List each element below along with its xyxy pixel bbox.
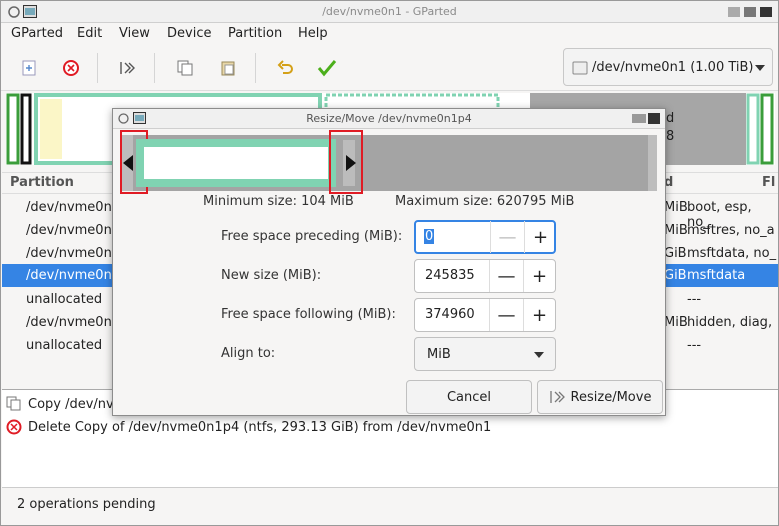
copy-button[interactable] <box>171 54 199 82</box>
decrement-button[interactable]: — <box>489 260 523 292</box>
new-partition-button[interactable] <box>15 54 43 82</box>
maximum-size-label: Maximum size: 620795 MiB <box>395 194 575 209</box>
decrement-button[interactable]: — <box>489 299 523 331</box>
row-size-tail: MiB <box>664 223 688 238</box>
row-flags: hidden, diag, <box>687 315 773 330</box>
cancel-button[interactable]: Cancel <box>406 380 532 414</box>
decrement-button[interactable]: — <box>490 221 524 253</box>
maximize-button[interactable] <box>744 7 756 17</box>
paste-button[interactable] <box>214 54 242 82</box>
row-partition: unallocated <box>26 338 103 353</box>
partition-block-inner <box>144 147 328 179</box>
row-flags: msftdata, no_ <box>687 246 777 261</box>
free-space-following-label: Free space following (MiB): <box>221 307 396 322</box>
row-flags: --- <box>687 292 702 307</box>
window-title: /dev/nvme0n1 - GParted <box>322 5 457 18</box>
menu-partition[interactable]: Partition <box>228 26 282 41</box>
checkmark-icon <box>317 60 337 77</box>
delete-icon <box>6 419 22 435</box>
free-space-preceding-label: Free space preceding (MiB): <box>221 229 403 244</box>
dialog-title: Resize/Move /dev/nvme0n1p4 <box>306 112 472 125</box>
row-partition: /dev/nvme0n <box>26 315 112 330</box>
partition-block[interactable] <box>136 139 336 187</box>
toolbar-separator <box>255 53 256 83</box>
delete-icon <box>63 60 79 76</box>
row-flags: --- <box>687 338 702 353</box>
row-size-tail: GiB <box>664 246 687 261</box>
new-size-input[interactable]: 245835 <box>425 268 475 283</box>
new-size-spinner[interactable]: 245835 — + <box>414 259 556 293</box>
resize-move-button[interactable] <box>113 54 141 82</box>
diskmap-label-a: d <box>666 111 675 126</box>
diskmap-label-b: 8 <box>666 129 675 144</box>
resize-move-confirm-button[interactable]: Resize/Move <box>537 380 663 414</box>
chevron-down-icon <box>755 65 765 71</box>
minimize-button[interactable] <box>728 7 740 17</box>
device-label: /dev/nvme0n1 (1.00 TiB) <box>592 60 754 75</box>
minimum-size-label: Minimum size: 104 MiB <box>203 194 354 209</box>
row-partition: /dev/nvme0n <box>26 268 112 283</box>
row-flags: msftdata <box>687 268 746 283</box>
row-size-tail: MiB <box>664 315 688 330</box>
close-button[interactable] <box>760 7 772 17</box>
align-to-value: MiB <box>427 346 451 362</box>
toolbar-separator <box>97 53 98 83</box>
copy-icon <box>177 60 193 76</box>
paste-icon <box>221 61 235 76</box>
row-partition: unallocated <box>26 292 103 307</box>
new-size-label: New size (MiB): <box>221 268 322 283</box>
row-flags: msftres, no_a <box>687 223 775 238</box>
left-arrow-handle-icon[interactable] <box>123 155 133 171</box>
row-partition: /dev/nvme0n <box>26 200 112 215</box>
align-to-dropdown[interactable]: MiB <box>414 337 556 371</box>
copy-icon <box>6 396 21 411</box>
resize-icon <box>120 62 135 74</box>
column-flags[interactable]: Fl <box>762 175 775 190</box>
title-bar: /dev/nvme0n1 - GParted <box>1 1 778 23</box>
menu-edit[interactable]: Edit <box>77 26 102 41</box>
dialog-title-bar: Resize/Move /dev/nvme0n1p4 <box>113 109 665 129</box>
dialog-close-button[interactable] <box>648 113 660 124</box>
dialog-maximize-button[interactable] <box>632 114 646 123</box>
undo-button[interactable] <box>271 54 299 82</box>
free-space-following-spinner[interactable]: 374960 — + <box>414 298 556 332</box>
resize-bar[interactable] <box>120 130 657 194</box>
status-text: 2 operations pending <box>17 497 156 512</box>
apply-button[interactable] <box>313 54 341 82</box>
right-arrow-handle-icon[interactable] <box>346 155 356 171</box>
delete-partition-button[interactable] <box>57 54 85 82</box>
device-selector[interactable]: /dev/nvme0n1 (1.00 TiB) <box>563 48 773 86</box>
list-item[interactable]: Delete Copy of /dev/nvme0n1p4 (ntfs, 293… <box>4 417 774 439</box>
bar-end <box>648 135 657 191</box>
increment-button[interactable]: + <box>523 299 555 331</box>
resize-icon <box>549 391 565 403</box>
row-partition: /dev/nvme0n <box>26 223 112 238</box>
increment-button[interactable]: + <box>523 260 555 292</box>
free-space-preceding-input[interactable]: 0 <box>424 229 435 244</box>
menu-bar: GParted Edit View Device Partition Help <box>1 23 778 45</box>
free-space-preceding-spinner[interactable]: 0 — + <box>414 220 556 254</box>
row-partition: /dev/nvme0n <box>26 246 112 261</box>
menu-device[interactable]: Device <box>167 26 211 41</box>
undo-icon <box>277 60 293 74</box>
chevron-down-icon <box>534 352 544 358</box>
row-size-tail: GiB <box>664 268 687 283</box>
free-space-following-input[interactable]: 374960 <box>425 307 475 322</box>
operation-text: Copy /dev/nv <box>28 397 114 412</box>
column-partition[interactable]: Partition <box>10 175 74 190</box>
status-bar: 2 operations pending <box>2 487 778 525</box>
increment-button[interactable]: + <box>524 221 556 253</box>
operation-text: Delete Copy of /dev/nvme0n1p4 (ntfs, 293… <box>28 420 492 435</box>
cancel-label: Cancel <box>446 389 492 405</box>
row-size-tail: MiB <box>664 200 688 215</box>
menu-help[interactable]: Help <box>298 26 328 41</box>
menu-view[interactable]: View <box>119 26 150 41</box>
align-to-label: Align to: <box>221 346 276 361</box>
toolbar-separator <box>154 53 155 83</box>
resize-move-label: Resize/Move <box>570 389 652 405</box>
disk-icon <box>572 61 588 75</box>
resize-move-dialog: Resize/Move /dev/nvme0n1p4 Minimum size:… <box>112 108 666 416</box>
menu-gparted[interactable]: GParted <box>11 26 63 41</box>
new-icon <box>22 60 36 76</box>
